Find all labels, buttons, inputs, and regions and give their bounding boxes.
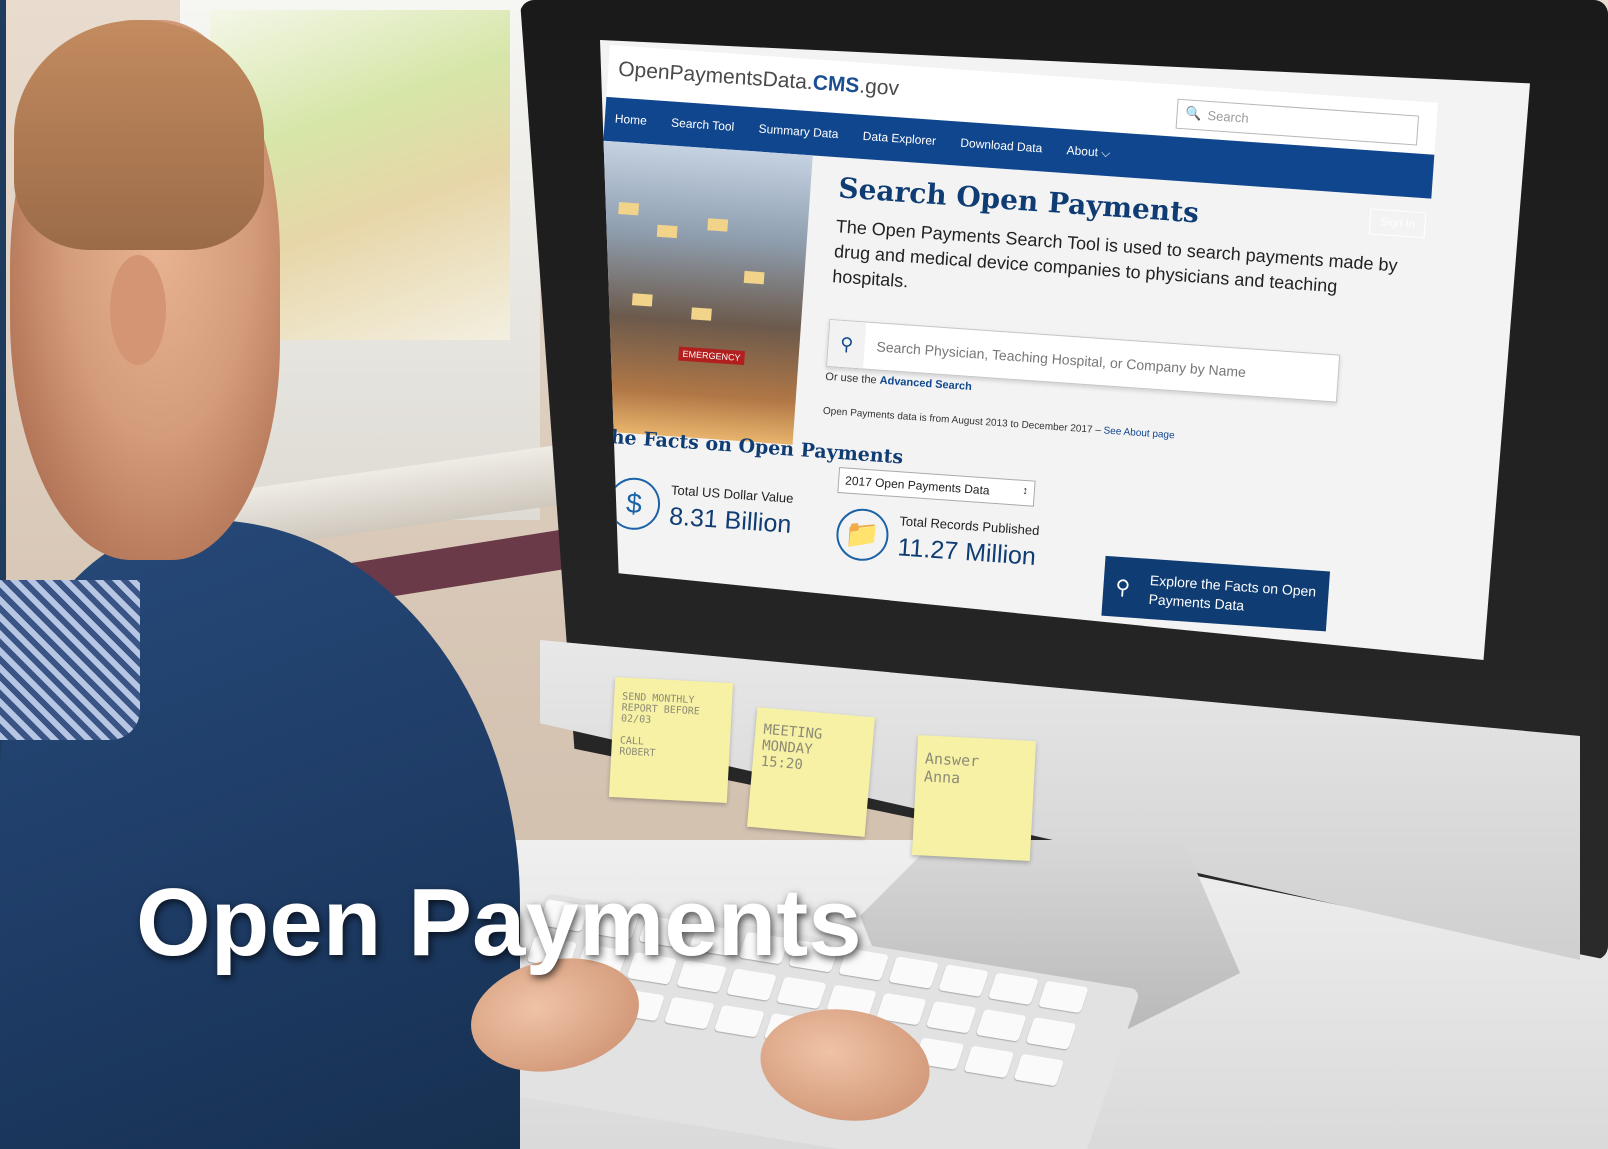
advanced-search-link[interactable]: Advanced Search <box>879 375 972 393</box>
year-select-value: 2017 Open Payments Data <box>844 473 991 498</box>
hero-text: Search Open Payments The Open Payments S… <box>832 171 1409 328</box>
dollar-label: Total US Dollar Value <box>670 482 794 506</box>
person-ear <box>110 255 166 365</box>
key <box>776 976 827 1010</box>
explore-facts-button[interactable]: ⚲ Explore the Facts on Open Payments Dat… <box>1101 555 1331 632</box>
monitor-screen: OpenPaymentsData.CMS.gov 🔍 Search Home S… <box>600 40 1530 660</box>
key <box>1025 1017 1077 1050</box>
nav-summary-data[interactable]: Summary Data <box>758 122 839 142</box>
year-select[interactable]: 2017 Open Payments Data ↕ <box>837 467 1036 507</box>
photo-background: OpenPaymentsData.CMS.gov 🔍 Search Home S… <box>0 0 1608 1149</box>
explore-facts-label: Explore the Facts on Open Payments Data <box>1148 571 1317 614</box>
search-icon: 🔍 <box>1185 105 1203 122</box>
key <box>888 956 940 989</box>
shirt-collar <box>0 580 140 740</box>
key <box>988 972 1039 1006</box>
advanced-search-prefix: Or use the <box>824 370 878 387</box>
hospital-photo: EMERGENCY <box>600 140 813 445</box>
sticky-note: SEND MONTHLY REPORT BEFORE 02/03 CALL RO… <box>608 676 734 804</box>
magnifier-icon: ⚲ <box>1114 576 1131 600</box>
site-search-placeholder: Search <box>1207 107 1250 126</box>
data-range-text: Open Payments data is from August 2013 t… <box>822 405 1102 437</box>
logo-prefix: OpenPaymentsData. <box>617 57 814 95</box>
data-range-note: Open Payments data is from August 2013 t… <box>823 406 1175 442</box>
key <box>664 996 715 1030</box>
building-window <box>631 293 653 307</box>
nav-about[interactable]: About ⌵ <box>1066 143 1111 161</box>
select-arrow-icon: ↕ <box>1021 484 1029 498</box>
about-page-link[interactable]: See About page <box>1103 425 1175 441</box>
building-window <box>707 218 729 232</box>
key <box>963 1045 1015 1079</box>
key <box>938 964 989 997</box>
site-logo[interactable]: OpenPaymentsData.CMS.gov <box>617 57 900 102</box>
logo-suffix: .gov <box>858 74 900 101</box>
dollar-value: 8.31 Billion <box>668 502 793 539</box>
building-window <box>691 307 712 321</box>
nav-download-data[interactable]: Download Data <box>960 136 1043 156</box>
key <box>975 1009 1027 1042</box>
physician-search-placeholder: Search Physician, Teaching Hospital, or … <box>876 338 1247 381</box>
nav-search-tool[interactable]: Search Tool <box>671 115 735 133</box>
records-value: 11.27 Million <box>896 533 1037 571</box>
sticky-note: Answer Anna <box>911 734 1037 862</box>
folder-icon: 📁 <box>834 507 891 563</box>
key <box>713 1004 765 1038</box>
person-hair <box>14 20 264 250</box>
physician-search-input[interactable]: ⚲ Search Physician, Teaching Hospital, o… <box>826 318 1341 403</box>
nav-home[interactable]: Home <box>614 112 647 128</box>
logo-cms: CMS <box>811 71 861 98</box>
key <box>1037 980 1089 1014</box>
slide-title: Open Payments <box>136 869 862 976</box>
building-window <box>656 224 678 239</box>
key <box>1013 1053 1065 1087</box>
nav-data-explorer[interactable]: Data Explorer <box>862 129 936 148</box>
emergency-sign: EMERGENCY <box>678 346 745 366</box>
search-icon: ⚲ <box>827 320 867 369</box>
key <box>925 1000 977 1034</box>
sticky-note: MEETING MONDAY 15:20 <box>746 707 876 837</box>
building-window <box>618 202 640 216</box>
building-window <box>743 270 765 285</box>
